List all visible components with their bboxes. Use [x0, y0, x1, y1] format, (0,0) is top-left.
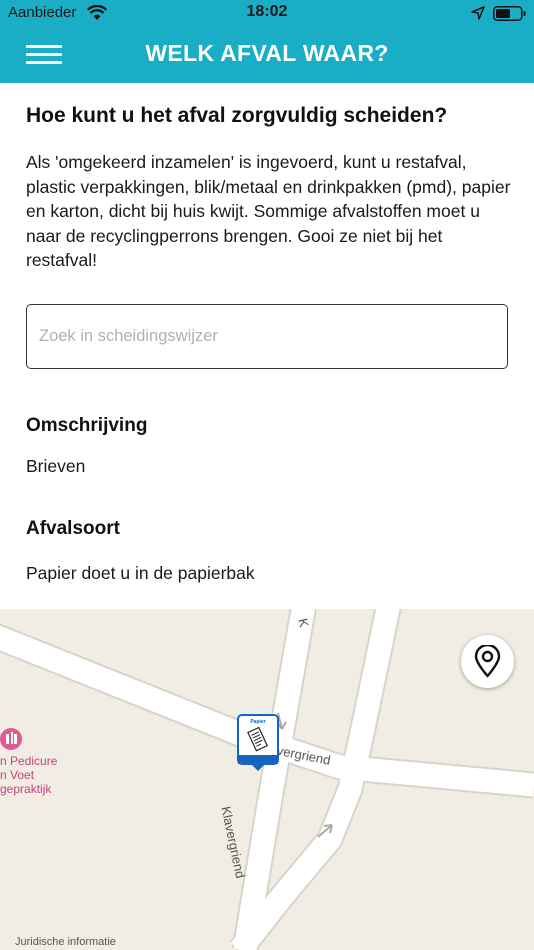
- waste-type-value: Papier doet u in de papierbak: [26, 563, 255, 583]
- battery-icon: [493, 6, 526, 21]
- status-time: 18:02: [246, 3, 288, 20]
- poi-label-line: n Voet: [0, 768, 35, 782]
- description-value: Brieven: [26, 456, 86, 476]
- intro-text: Als 'omgekeerd inzamelen' is ingevoerd, …: [26, 152, 511, 270]
- search-input[interactable]: [26, 304, 508, 369]
- current-location-button[interactable]: [461, 635, 514, 688]
- description-label: Omschrijving: [26, 415, 148, 436]
- poi-label-line: n Pedicure: [0, 754, 58, 768]
- waste-type-label: Afvalsoort: [26, 518, 120, 539]
- poi-label-line: gepraktijk: [0, 782, 52, 796]
- marker-label: Papier: [250, 719, 265, 725]
- legal-info-link[interactable]: Juridische informatie: [15, 936, 116, 948]
- map-roads: [0, 609, 534, 950]
- location-arrow-icon: [471, 6, 485, 20]
- page-title: WELK AFVAL WAAR?: [145, 40, 389, 66]
- nav-bar: WELK AFVAL WAAR?: [0, 28, 534, 83]
- section-heading: Hoe kunt u het afval zorgvuldig scheiden…: [26, 104, 448, 127]
- location-pin-icon: [474, 645, 501, 678]
- status-bar: Aanbieder 18:02: [0, 0, 534, 28]
- paper-bin-marker[interactable]: Papier: [237, 714, 279, 776]
- poi-icon[interactable]: [0, 728, 22, 750]
- map-view[interactable]: Klavergriend Klavergriend K: [0, 609, 534, 950]
- paper-bin-marker-icon: Papier: [237, 714, 279, 771]
